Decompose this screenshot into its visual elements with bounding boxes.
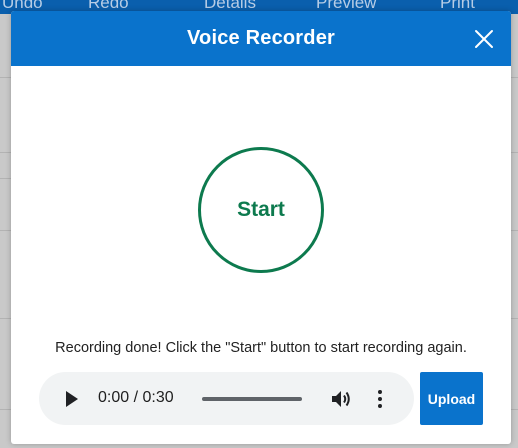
divider [511,77,518,78]
close-button[interactable] [473,28,495,50]
audio-player[interactable]: 0:00 / 0:30 [39,372,414,425]
divider [0,230,11,231]
dialog-header: Voice Recorder [11,11,511,66]
divider [511,318,518,319]
upload-button-label: Upload [427,390,476,407]
progress-slider[interactable] [202,397,302,401]
upload-button[interactable]: Upload [420,372,483,425]
more-options-button[interactable] [375,388,385,410]
more-vert-icon [378,390,382,408]
start-recording-button[interactable]: Start [198,147,324,273]
volume-icon [332,391,350,407]
divider [511,230,518,231]
play-icon [66,391,78,407]
divider [0,77,11,78]
voice-recorder-dialog: Voice Recorder Start Recording done! Cli… [11,11,511,444]
status-message: Recording done! Click the "Start" button… [55,340,467,356]
dialog-title: Voice Recorder [186,27,336,49]
start-button-label: Start [237,198,285,221]
time-display: 0:00 / 0:30 [98,389,174,406]
divider [0,318,11,319]
close-icon [475,30,493,48]
divider [511,152,518,153]
volume-button[interactable] [330,388,352,410]
divider [0,409,11,410]
divider [0,178,11,179]
divider [511,409,518,410]
divider [0,152,11,153]
play-button[interactable] [64,390,80,408]
